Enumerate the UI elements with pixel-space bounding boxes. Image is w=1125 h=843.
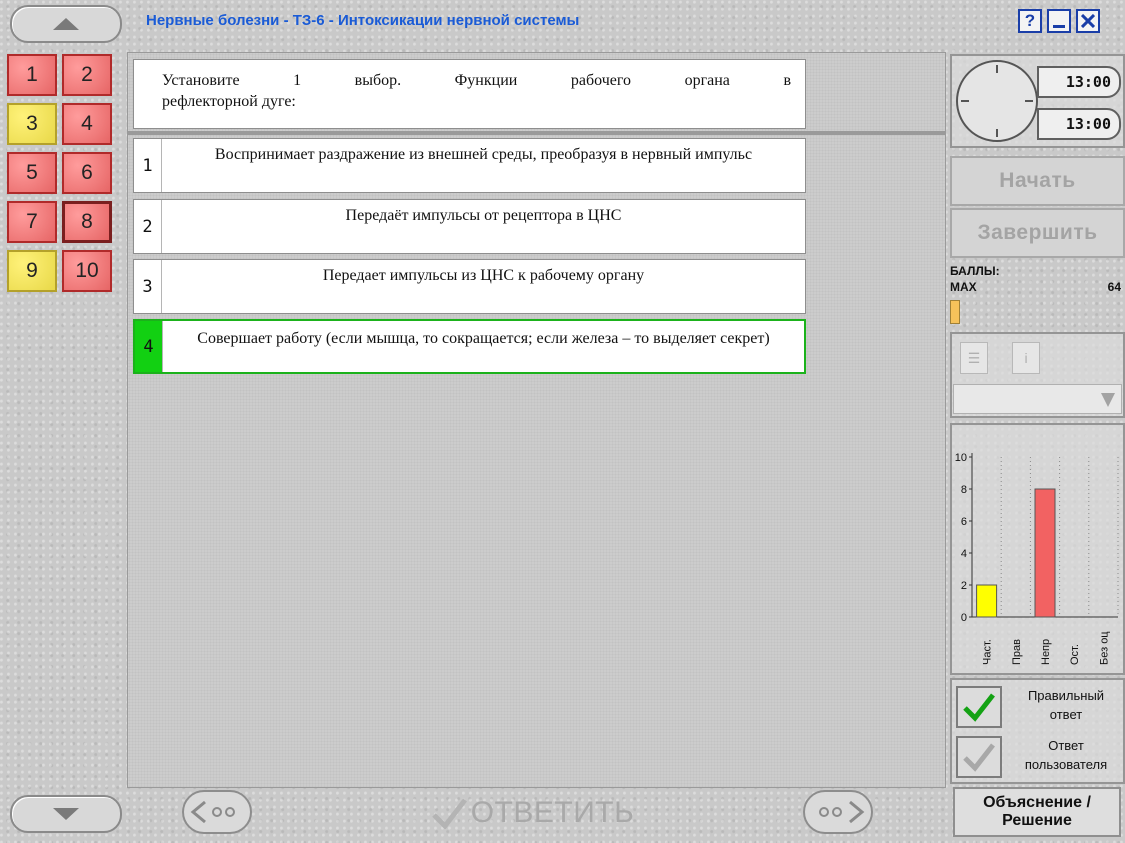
arrow-left-icon [190, 800, 235, 824]
option-number: 4 [135, 321, 163, 372]
y-tick-label: 10 [955, 452, 967, 464]
score-progress-bar [950, 300, 960, 324]
option-number: 3 [134, 260, 162, 313]
y-tick-label: 8 [961, 484, 967, 496]
correct-answer-toggle[interactable]: Правильный ответ [954, 682, 1124, 732]
explanation-line-1: Объяснение / [983, 794, 1091, 811]
scroll-up-button[interactable] [10, 5, 122, 43]
answer-option-1[interactable]: 1 Воспринимает раздражение из внешней сре… [133, 138, 806, 193]
question-nav-item-8[interactable]: 8 [62, 201, 112, 243]
help-button[interactable]: ? [1018, 9, 1042, 33]
user-answer-toggle[interactable]: Ответ пользователя [954, 732, 1124, 782]
checkmark-icon [431, 798, 467, 829]
x-tick-label: Прав [1011, 639, 1023, 665]
question-nav-item-9[interactable]: 9 [7, 250, 57, 292]
finish-button[interactable]: Завершить [950, 208, 1125, 258]
question-nav-item-7[interactable]: 7 [7, 201, 57, 243]
minimize-button[interactable] [1047, 9, 1071, 33]
close-icon [1081, 14, 1095, 28]
tools-panel: ☰ i [950, 332, 1125, 418]
answer-option-4[interactable]: 4 Совершает работу (если мышца, то сокращ… [133, 319, 806, 374]
next-button[interactable] [803, 790, 873, 834]
clock-icon [956, 60, 1038, 142]
remaining-time: 13:00 [1037, 108, 1121, 140]
option-text: Передаёт импульсы от рецептора в ЦНС [345, 207, 622, 224]
explanation-button[interactable]: Объяснение / Решение [953, 787, 1121, 837]
legend-panel: Правильный ответ Ответ пользователя [950, 678, 1125, 784]
question-text: Установите 1 выбор. Функции рабочего орг… [133, 59, 806, 129]
previous-button[interactable] [182, 790, 252, 834]
arrow-up-icon [53, 18, 79, 30]
question-nav-item-5[interactable]: 5 [7, 152, 57, 194]
explanation-line-2: Решение [1002, 812, 1072, 829]
bar-Непр [1034, 488, 1056, 618]
option-number: 1 [134, 139, 162, 192]
x-tick-label: Без оц [1098, 631, 1110, 665]
y-tick-label: 0 [961, 612, 967, 624]
answer-option-3[interactable]: 3 Передает импульсы из ЦНС к рабочему орг… [133, 259, 806, 314]
timer-panel: 13:00 13:00 [950, 54, 1125, 148]
info-document-icon[interactable]: i [1012, 342, 1040, 374]
y-tick-label: 4 [961, 548, 967, 560]
answer-button[interactable]: ОТВЕТИТЬ [270, 790, 795, 836]
x-tick-label: Непр [1040, 639, 1052, 665]
results-chart-panel: 0 2 4 6 8 10 Част. Прав Непр Ост. Без оц [950, 423, 1125, 675]
scroll-down-button[interactable] [10, 795, 122, 833]
question-nav-item-4[interactable]: 4 [62, 103, 112, 145]
bar-Част. [976, 584, 998, 618]
window-title: Нервные болезни - ТЗ-6 - Интоксикации не… [146, 12, 580, 29]
x-tick-label: Част. [982, 639, 994, 665]
x-tick-label: Ост. [1069, 644, 1081, 665]
gray-check-icon [956, 736, 1002, 778]
correct-answer-label: Правильный ответ [1027, 688, 1105, 722]
option-number: 2 [134, 200, 162, 253]
close-button[interactable] [1076, 9, 1100, 33]
score-panel: БАЛЛЫ: MAX 64 [950, 262, 1125, 327]
question-nav-item-10[interactable]: 10 [62, 250, 112, 292]
answer-label: ОТВЕТИТЬ [470, 796, 635, 829]
option-text: Передает импульсы из ЦНС к рабочему орга… [322, 267, 645, 284]
answer-option-2[interactable]: 2 Передаёт импульсы от рецептора в ЦНС [133, 199, 806, 254]
y-tick-label: 6 [961, 516, 967, 528]
score-label: БАЛЛЫ: [950, 264, 1000, 278]
question-nav-item-1[interactable]: 1 [7, 54, 57, 96]
arrow-right-icon [819, 800, 865, 824]
question-nav-item-2[interactable]: 2 [62, 54, 112, 96]
arrow-down-icon [53, 808, 79, 820]
total-time: 13:00 [1037, 66, 1121, 98]
help-icon: ? [1024, 11, 1036, 30]
title-bar: Нервные болезни - ТЗ-6 - Интоксикации не… [130, 0, 1125, 44]
results-chart: 0 2 4 6 8 10 Част. Прав Непр Ост. Без оц [955, 452, 1119, 665]
document-list-icon[interactable]: ☰ [960, 342, 988, 374]
y-tick-label: 2 [961, 580, 967, 592]
start-button[interactable]: Начать [950, 156, 1125, 206]
filter-dropdown[interactable] [953, 384, 1122, 414]
minimize-icon [1053, 25, 1065, 28]
user-answer-label: Ответ пользователя [1024, 738, 1108, 772]
max-label: MAX [950, 280, 977, 294]
green-check-icon [956, 686, 1002, 728]
max-value: 64 [1107, 280, 1121, 294]
question-line-1: Установите 1 выбор. Функции рабочего орг… [162, 72, 791, 89]
option-text: Совершает работу (если мышца, то сокраща… [197, 330, 770, 347]
divider [127, 131, 946, 135]
question-nav-item-3[interactable]: 3 [7, 103, 57, 145]
chevron-down-icon [1101, 393, 1115, 407]
question-line-2: рефлекторной дуге: [162, 93, 296, 110]
question-grid: 1 2 3 4 5 6 7 8 9 10 [7, 54, 124, 299]
option-text: Воспринимает раздражение из внешней сред… [214, 146, 753, 163]
question-nav-item-6[interactable]: 6 [62, 152, 112, 194]
